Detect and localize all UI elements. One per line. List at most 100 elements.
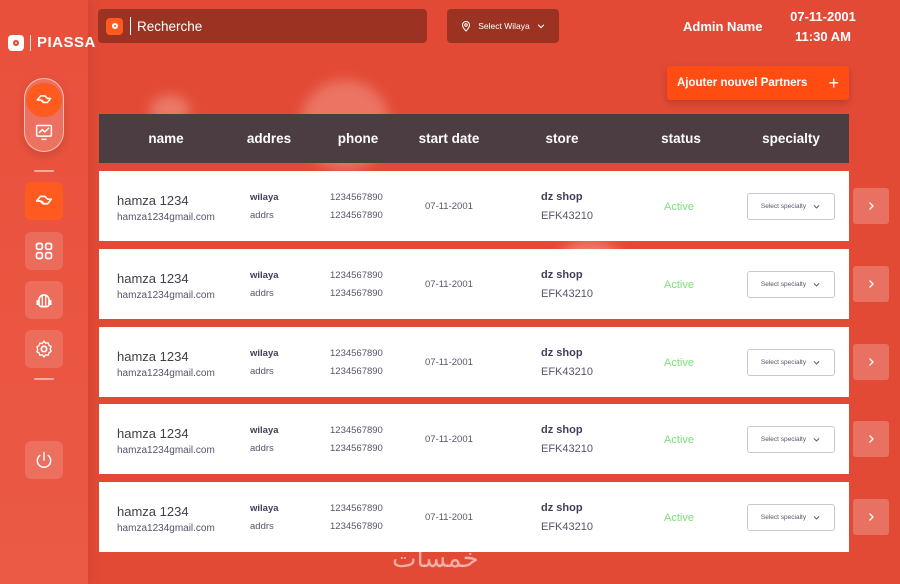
current-time: 11:30 AM <box>795 29 851 44</box>
table-row[interactable]: hamza 1234 hamza1234gmail.com wilaya add… <box>99 404 849 474</box>
logout-icon <box>36 451 52 469</box>
partner-address: addrs <box>250 288 274 299</box>
specialty-select[interactable]: Select specialty <box>747 271 835 298</box>
partner-store-code: EFK43210 <box>541 443 593 455</box>
partners-module-button[interactable] <box>26 83 62 117</box>
table-row[interactable]: hamza 1234 hamza1234gmail.com wilaya add… <box>99 482 849 552</box>
partner-email: hamza1234gmail.com <box>117 523 215 534</box>
sidebar-item-partners[interactable] <box>25 182 63 220</box>
partner-store-name: dz shop <box>541 424 583 436</box>
text-cursor <box>130 17 131 35</box>
analytics-icon <box>35 124 53 141</box>
sidebar-item-support[interactable] <box>25 281 63 319</box>
partner-name: hamza 1234 <box>117 271 189 286</box>
chevron-right-icon <box>869 435 874 443</box>
partner-address: addrs <box>250 210 274 221</box>
specialty-select-label: Select specialty <box>760 203 807 210</box>
partner-phone-primary: 1234567890 <box>330 348 383 359</box>
search-input[interactable] <box>137 18 377 34</box>
partner-phone-secondary: 1234567890 <box>330 210 383 221</box>
search-bar[interactable] <box>98 9 427 43</box>
partner-email: hamza1234gmail.com <box>117 212 215 223</box>
table-row[interactable]: hamza 1234 hamza1234gmail.com wilaya add… <box>99 171 849 241</box>
chevron-down-icon <box>813 516 820 520</box>
admin-name[interactable]: Admin Name <box>683 19 762 34</box>
sidebar-divider <box>34 378 54 380</box>
partner-store-code: EFK43210 <box>541 210 593 222</box>
partner-start-date: 07-11-2001 <box>425 201 473 212</box>
row-details-button[interactable] <box>853 421 889 457</box>
support-agent-icon <box>36 294 52 308</box>
partners-icon <box>35 195 53 205</box>
column-header-specialty[interactable]: specialty <box>755 131 827 146</box>
dashboard-grid-icon <box>35 242 53 260</box>
add-partner-label: Ajouter nouvel Partners <box>677 77 808 89</box>
chevron-down-icon <box>813 205 820 209</box>
partner-store-name: dz shop <box>541 347 583 359</box>
status-badge: Active <box>664 434 694 446</box>
partner-store-name: dz shop <box>541 502 583 514</box>
table-row[interactable]: hamza 1234 hamza1234gmail.com wilaya add… <box>99 327 849 397</box>
chevron-right-icon <box>869 280 874 288</box>
chevron-down-icon <box>537 24 545 29</box>
partner-phone-primary: 1234567890 <box>330 425 383 436</box>
partner-email: hamza1234gmail.com <box>117 368 215 379</box>
column-header-store[interactable]: store <box>539 131 585 146</box>
row-details-button[interactable] <box>853 188 889 224</box>
table-header: name addres phone start date store statu… <box>99 114 849 163</box>
partner-phone-secondary: 1234567890 <box>330 366 383 377</box>
sidebar-divider <box>34 170 54 172</box>
brand-mark-icon <box>8 34 24 51</box>
partner-phone-secondary: 1234567890 <box>330 443 383 454</box>
specialty-select[interactable]: Select specialty <box>747 193 835 220</box>
add-partner-button[interactable]: Ajouter nouvel Partners + <box>667 66 849 100</box>
column-header-address[interactable]: addres <box>239 131 299 146</box>
row-details-button[interactable] <box>853 344 889 380</box>
partner-start-date: 07-11-2001 <box>425 279 473 290</box>
status-badge: Active <box>664 357 694 369</box>
partner-address: addrs <box>250 521 274 532</box>
column-header-phone[interactable]: phone <box>329 131 387 146</box>
column-header-status[interactable]: status <box>655 131 707 146</box>
date-time: 07-11-2001 11:30 AM <box>780 7 866 47</box>
column-header-start-date[interactable]: start date <box>411 131 487 146</box>
wilaya-select[interactable]: Select Wilaya <box>447 9 559 43</box>
specialty-select[interactable]: Select specialty <box>747 349 835 376</box>
logout-button[interactable] <box>25 441 63 479</box>
partner-address: addrs <box>250 366 274 377</box>
search-icon <box>106 17 123 35</box>
partner-phone-primary: 1234567890 <box>330 503 383 514</box>
module-switch <box>24 78 64 152</box>
brand-name: PIASSA <box>37 34 96 51</box>
chevron-right-icon <box>869 513 874 521</box>
specialty-select-label: Select specialty <box>760 514 807 521</box>
status-badge: Active <box>664 512 694 524</box>
partner-store-name: dz shop <box>541 269 583 281</box>
row-details-button[interactable] <box>853 499 889 535</box>
chevron-down-icon <box>813 361 820 365</box>
brand-logo[interactable]: PIASSA <box>8 34 96 51</box>
status-badge: Active <box>664 279 694 291</box>
column-header-name[interactable]: name <box>146 131 186 146</box>
partner-email: hamza1234gmail.com <box>117 445 215 456</box>
partner-phone-secondary: 1234567890 <box>330 288 383 299</box>
partner-start-date: 07-11-2001 <box>425 512 473 523</box>
chevron-right-icon <box>869 358 874 366</box>
analytics-module-button[interactable] <box>26 117 62 147</box>
sidebar-item-settings[interactable] <box>25 330 63 368</box>
sidebar-item-dashboard[interactable] <box>25 232 63 270</box>
logo-divider <box>30 34 31 51</box>
chevron-right-icon <box>869 202 874 210</box>
specialty-select[interactable]: Select specialty <box>747 426 835 453</box>
partner-store-name: dz shop <box>541 191 583 203</box>
row-details-button[interactable] <box>853 266 889 302</box>
settings-icon <box>36 340 52 358</box>
table-row[interactable]: hamza 1234 hamza1234gmail.com wilaya add… <box>99 249 849 319</box>
specialty-select[interactable]: Select specialty <box>747 504 835 531</box>
status-badge: Active <box>664 201 694 213</box>
partner-email: hamza1234gmail.com <box>117 290 215 301</box>
partner-phone-primary: 1234567890 <box>330 270 383 281</box>
partner-name: hamza 1234 <box>117 193 189 208</box>
partner-wilaya: wilaya <box>250 192 279 203</box>
specialty-select-label: Select specialty <box>760 436 807 443</box>
